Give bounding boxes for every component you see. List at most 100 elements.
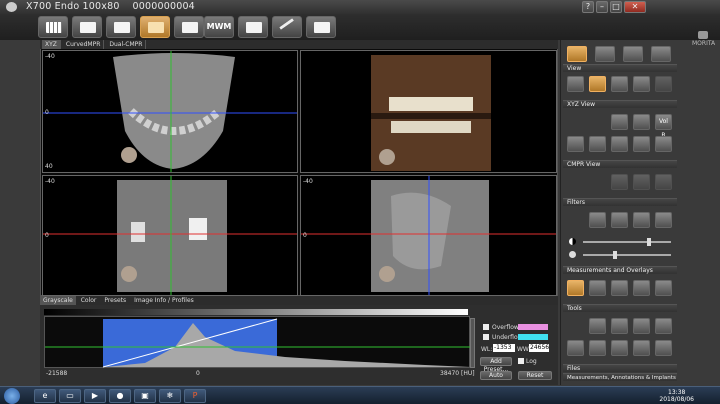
xyz-tool-2-button[interactable] bbox=[633, 114, 650, 130]
xyz-tool-4-button[interactable] bbox=[589, 136, 606, 152]
histogram-vertical-slider[interactable] bbox=[470, 318, 475, 368]
view-layout-button[interactable] bbox=[567, 76, 584, 92]
taskbar-snowflake-icon[interactable]: ❄ bbox=[159, 389, 181, 403]
section-files[interactable]: Files bbox=[563, 364, 677, 372]
zoom-button[interactable] bbox=[633, 76, 650, 92]
dental-panorama-icon bbox=[182, 22, 198, 33]
tool-3-button[interactable] bbox=[633, 318, 650, 334]
panel-tab-info[interactable] bbox=[623, 46, 643, 62]
section-filters[interactable]: Filters bbox=[563, 198, 677, 206]
tab-xyz[interactable]: XYZ bbox=[42, 40, 61, 49]
view-3d-button[interactable] bbox=[589, 76, 606, 92]
xyz-tool-5-button[interactable] bbox=[611, 136, 628, 152]
maximize-button[interactable]: □ bbox=[610, 1, 622, 13]
contrast-slider[interactable] bbox=[583, 238, 671, 246]
compare-button[interactable] bbox=[106, 16, 136, 38]
cmpr-tool-3-button[interactable] bbox=[655, 174, 672, 190]
panel-tab-tools[interactable] bbox=[567, 46, 587, 62]
histogram-plot[interactable] bbox=[44, 316, 471, 368]
brightness-icon bbox=[569, 251, 576, 258]
tab-curved-mpr[interactable]: CurvedMPR bbox=[63, 40, 105, 49]
tool-9-button[interactable] bbox=[655, 340, 672, 356]
underflow-color-swatch[interactable] bbox=[518, 334, 548, 340]
settings-button[interactable] bbox=[272, 16, 302, 38]
filter-3-button[interactable] bbox=[655, 212, 672, 228]
home-button[interactable] bbox=[306, 16, 336, 38]
section-measurements-annotations-implants[interactable]: Measurements, Annotations & Implants bbox=[563, 373, 677, 381]
vol-r-button[interactable]: Vol R bbox=[655, 114, 672, 139]
xyz-tool-6-button[interactable] bbox=[633, 136, 650, 152]
axial-viewport[interactable]: -40 0 40 bbox=[42, 50, 298, 173]
log-label: Log bbox=[526, 358, 537, 365]
section-view[interactable]: View bbox=[563, 64, 677, 72]
help-button[interactable]: ? bbox=[582, 1, 594, 13]
add-preset-button[interactable]: Add Preset... bbox=[480, 357, 512, 373]
ww-input[interactable]: 24656 bbox=[529, 344, 549, 352]
cmpr-tool-1-button[interactable] bbox=[611, 174, 628, 190]
xyz-tool-7-button[interactable] bbox=[655, 136, 672, 152]
section-cmpr-view[interactable]: CMPR View bbox=[563, 160, 677, 168]
tool-5-button[interactable] bbox=[567, 340, 584, 356]
xyz-tool-1-button[interactable] bbox=[611, 114, 628, 130]
patient-list-button[interactable] bbox=[38, 16, 68, 38]
brightness-slider[interactable] bbox=[583, 251, 671, 259]
coronal-viewport[interactable]: -40 0 bbox=[42, 175, 298, 296]
panel-tab-print[interactable] bbox=[651, 46, 671, 62]
tab-presets[interactable]: Presets bbox=[101, 296, 129, 305]
tab-image-info[interactable]: Image Info / Profiles bbox=[131, 296, 197, 305]
sagittal-image bbox=[301, 176, 556, 295]
minimize-button[interactable]: – bbox=[596, 1, 608, 13]
section-xyz-view[interactable]: XYZ View bbox=[563, 100, 677, 108]
start-button[interactable] bbox=[4, 388, 20, 404]
underflow-checkbox[interactable] bbox=[483, 334, 489, 340]
tool-7-button[interactable] bbox=[611, 340, 628, 356]
cmpr-tool-2-button[interactable] bbox=[633, 174, 650, 190]
annotation-tool-button[interactable] bbox=[655, 280, 672, 296]
taskbar-media-icon[interactable]: ▶ bbox=[84, 389, 106, 403]
close-button[interactable]: ✕ bbox=[624, 1, 646, 13]
sagittal-tick-top: -40 bbox=[303, 178, 313, 185]
taskbar-ie-icon[interactable]: e bbox=[34, 389, 56, 403]
pan-tool-button[interactable] bbox=[589, 280, 606, 296]
ct-view-button[interactable] bbox=[140, 16, 170, 38]
section-tools[interactable]: Tools bbox=[563, 304, 677, 312]
tab-color[interactable]: Color bbox=[78, 296, 100, 305]
tab-grayscale[interactable]: Grayscale bbox=[40, 296, 76, 305]
tab-dual-cmpr[interactable]: Dual-CMPR bbox=[106, 40, 147, 49]
overflow-checkbox[interactable] bbox=[483, 324, 489, 330]
xyz-tool-3-button[interactable] bbox=[567, 136, 584, 152]
coronal-image bbox=[43, 176, 297, 295]
tool-2-button[interactable] bbox=[611, 318, 628, 334]
auto-button[interactable]: Auto bbox=[480, 371, 512, 380]
morita-logo: MORITA bbox=[692, 31, 715, 47]
tool-4-button[interactable] bbox=[655, 318, 672, 334]
report-button[interactable] bbox=[238, 16, 268, 38]
wl-input[interactable]: -1353 bbox=[493, 344, 515, 352]
taskbar-app-icon[interactable]: ▣ bbox=[134, 389, 156, 403]
view-extra-button[interactable] bbox=[655, 76, 672, 92]
taskbar-explorer-icon[interactable]: ▭ bbox=[59, 389, 81, 403]
angle-tool-button[interactable] bbox=[633, 280, 650, 296]
view-single-button[interactable] bbox=[611, 76, 628, 92]
sagittal-viewport[interactable]: -40 0 bbox=[300, 175, 557, 296]
overflow-color-swatch[interactable] bbox=[518, 324, 548, 330]
taskbar-clock[interactable]: 13:38 2018/08/06 bbox=[659, 389, 694, 403]
measure-tool-button[interactable] bbox=[611, 280, 628, 296]
mwm-button[interactable]: MWM bbox=[204, 16, 234, 38]
volume-render-viewport[interactable] bbox=[300, 50, 557, 173]
filter-select-button[interactable] bbox=[589, 212, 606, 228]
panel-tab-files[interactable] bbox=[595, 46, 615, 62]
filter-1-button[interactable] bbox=[611, 212, 628, 228]
tool-1-button[interactable] bbox=[589, 318, 606, 334]
tool-6-button[interactable] bbox=[589, 340, 606, 356]
taskbar-powerpoint-icon[interactable]: P bbox=[184, 389, 206, 403]
tool-8-button[interactable] bbox=[633, 340, 650, 356]
section-measurements-overlays[interactable]: Measurements and Overlays bbox=[563, 266, 677, 274]
taskbar-chrome-icon[interactable]: ● bbox=[109, 389, 131, 403]
pointer-tool-button[interactable] bbox=[567, 280, 584, 296]
reset-button[interactable]: Reset bbox=[518, 371, 552, 380]
panorama-button[interactable] bbox=[174, 16, 204, 38]
filter-2-button[interactable] bbox=[633, 212, 650, 228]
layout-button[interactable] bbox=[72, 16, 102, 38]
log-checkbox[interactable] bbox=[518, 358, 524, 364]
